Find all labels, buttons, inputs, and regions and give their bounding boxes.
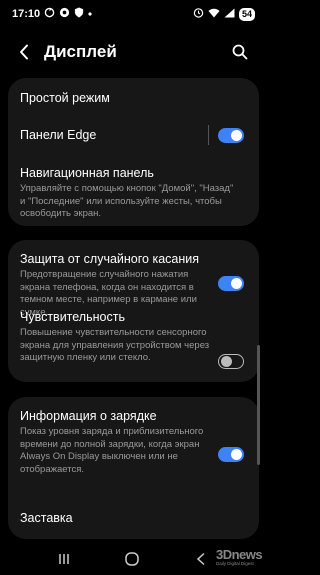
status-bar: 17:10 54 (0, 0, 265, 28)
description-line: темном месте, например в кармане или (20, 294, 197, 305)
notification-icon (59, 7, 70, 21)
simple-mode-label: Простой режим (20, 91, 110, 105)
description-line: Предотвращение случайного нажатия (20, 269, 189, 280)
app-bar: Дисплей (0, 32, 265, 72)
description-line: Always On Display выключен или не (20, 451, 178, 462)
charging-info-label: Информация о зарядке (20, 409, 157, 423)
home-button[interactable] (117, 547, 147, 571)
settings-card-1: Простой режим Панели Edge Навигационная … (8, 78, 259, 226)
settings-card-3: Информация о зарядке Показ уровня заряда… (8, 397, 259, 539)
battery-indicator: 54 (238, 7, 255, 21)
alarm-icon (193, 7, 204, 21)
simple-mode-item[interactable]: Простой режим (20, 90, 245, 106)
description-line: освободить экран. (20, 208, 102, 219)
description-line: отображается. (20, 463, 84, 475)
sensitivity-toggle[interactable] (218, 354, 244, 369)
clock: 17:10 (12, 8, 41, 20)
page-title: Дисплей (44, 42, 117, 61)
toggle-knob (221, 355, 232, 367)
toggle-knob (231, 278, 242, 289)
description-line: времени до полной зарядки, когда экран (20, 438, 200, 450)
description-line: Управляйте с помощью кнопок "Домой", "На… (20, 183, 234, 194)
home-icon (125, 552, 140, 566)
charging-info-toggle[interactable] (218, 447, 244, 462)
sensitivity-label: Чувствительность (20, 310, 125, 324)
navigation-panel-description: Управляйте с помощью кнопок "Домой", "На… (20, 183, 245, 221)
search-button[interactable] (229, 41, 251, 63)
accidental-touch-toggle[interactable] (218, 276, 244, 291)
sensitivity-description: Повышение чувствительности сенсорного эк… (20, 327, 211, 365)
watermark-logo: 3Dnews Daily Digital Digest (216, 547, 263, 572)
charging-info-description: Показ уровня заряда и приблизительного в… (20, 426, 211, 476)
screensaver-item[interactable]: Заставка (20, 510, 245, 526)
nav-back-button[interactable] (186, 547, 216, 571)
toggle-knob (231, 130, 242, 141)
navigation-panel-label: Навигационная панель (20, 166, 154, 180)
recents-icon (59, 554, 69, 564)
recents-button[interactable] (49, 547, 79, 571)
watermark-brand: 3Dnews (216, 547, 263, 562)
wifi-icon (208, 8, 220, 21)
signal-icon (224, 8, 235, 21)
description-line: Повышение чувствительности сенсорного (20, 327, 207, 338)
security-icon (74, 7, 84, 21)
navigation-panel-item[interactable]: Навигационная панель Управляйте с помощь… (20, 165, 245, 221)
screensaver-label: Заставка (20, 511, 73, 525)
description-line: экрана для управления устройством через (20, 339, 210, 351)
accidental-touch-label: Защита от случайного касания (20, 252, 200, 266)
sensitivity-item[interactable]: Чувствительность Повышение чувствительно… (20, 309, 211, 365)
settings-card-2: Защита от случайного касания Предотвраще… (8, 240, 259, 382)
description-line: экрана телефона, когда он находится в (20, 281, 194, 293)
edge-panels-item[interactable]: Панели Edge (20, 127, 245, 143)
chevron-left-icon (20, 44, 28, 60)
description-line: защитную пленку или стекло. (20, 352, 151, 363)
description-line: и "Последние" или используйте жесты, что… (20, 195, 222, 207)
scrollbar[interactable] (257, 345, 260, 465)
back-arrow-icon (196, 552, 205, 566)
search-icon (232, 44, 248, 60)
back-button[interactable] (14, 40, 34, 64)
dot-icon (88, 9, 92, 19)
edge-panels-toggle[interactable] (218, 128, 244, 143)
sync-icon (44, 7, 55, 21)
description-line: Показ уровня заряда и приблизительного (20, 426, 204, 437)
charging-info-item[interactable]: Информация о зарядке Показ уровня заряда… (20, 408, 211, 476)
toggle-knob (231, 449, 242, 460)
edge-panels-label: Панели Edge (20, 128, 97, 142)
divider (208, 125, 209, 145)
